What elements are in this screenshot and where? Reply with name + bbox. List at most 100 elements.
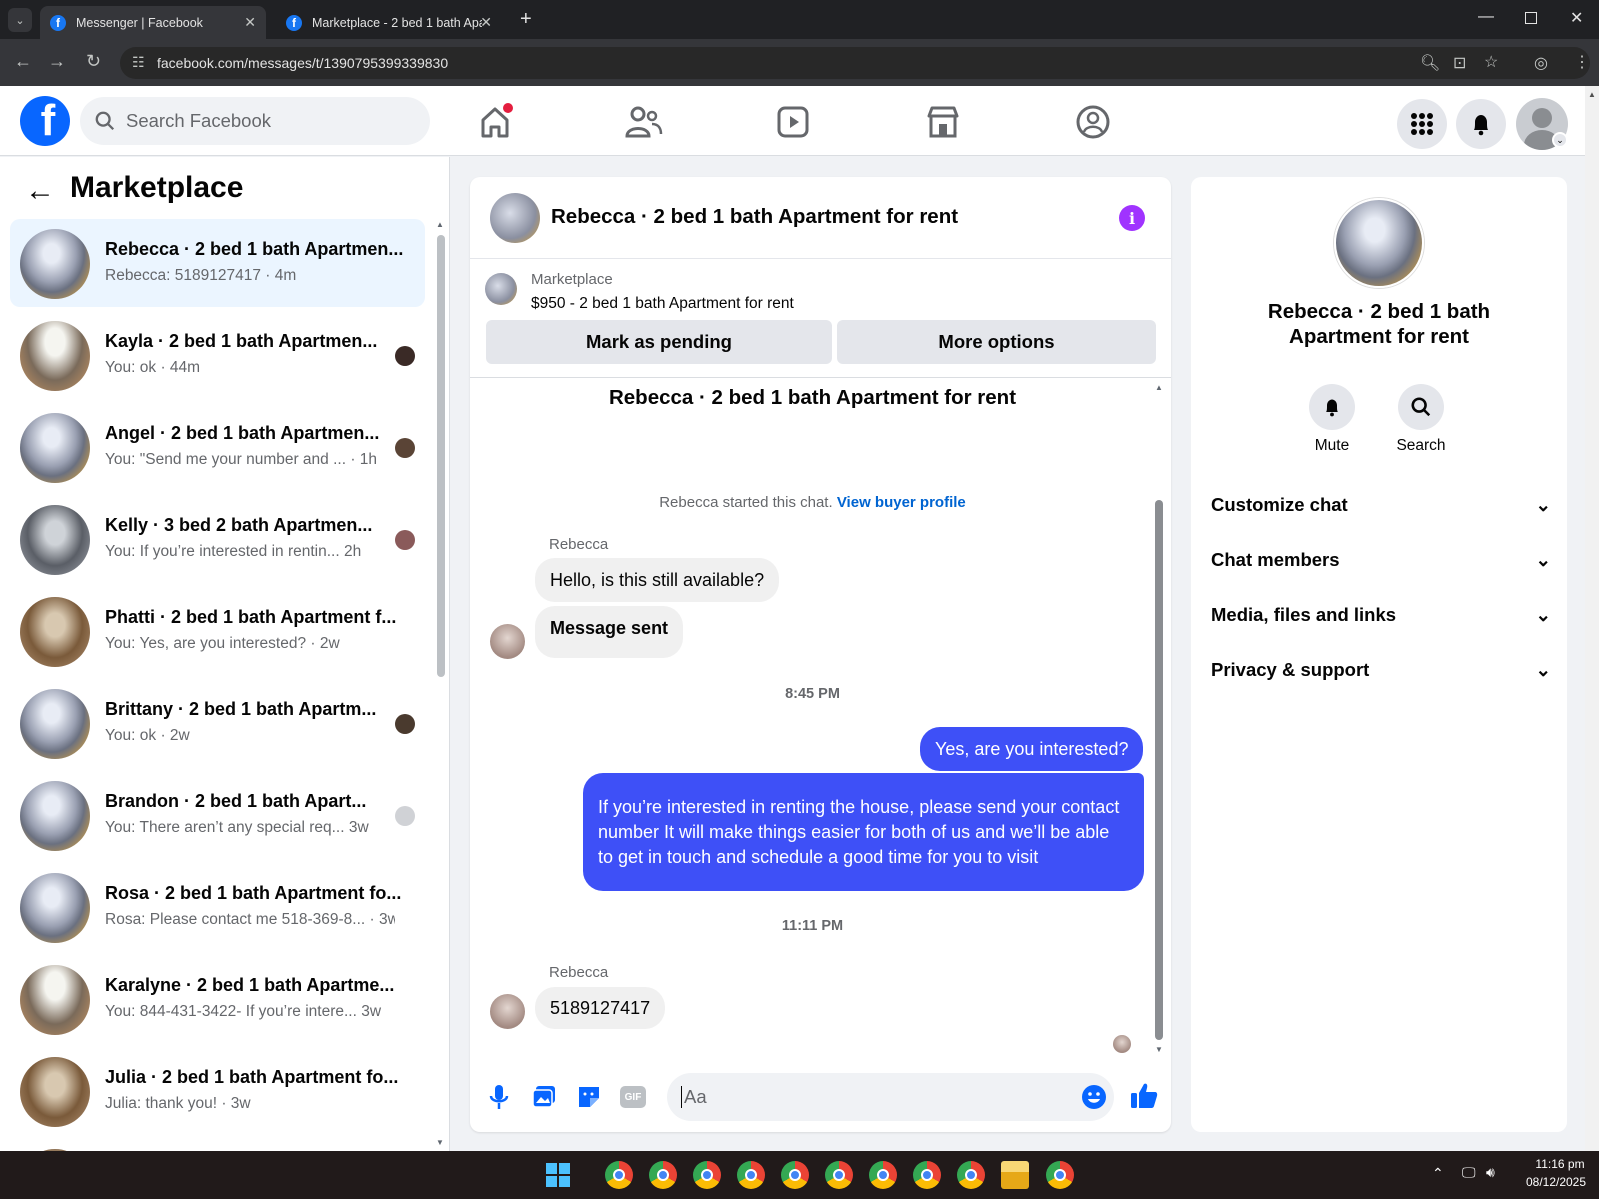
scroll-down-arrow-icon[interactable]: ▼ xyxy=(436,1138,444,1147)
network-icon[interactable]: 🖵︎ xyxy=(1462,1164,1476,1181)
conversation-item[interactable]: Brandon · 2 bed 1 bath Apart... You: Ther… xyxy=(10,771,425,859)
more-options-button[interactable]: More options xyxy=(837,320,1156,364)
incoming-message[interactable]: 5189127417 xyxy=(535,987,666,1029)
scroll-up-arrow-icon[interactable]: ▲ xyxy=(436,220,444,229)
home-icon[interactable] xyxy=(475,102,515,142)
scroll-down-arrow-icon[interactable]: ▼ xyxy=(1155,1045,1163,1054)
scroll-up-arrow-icon[interactable]: ▲ xyxy=(1588,90,1596,99)
marketplace-icon[interactable] xyxy=(923,102,963,142)
facebook-logo[interactable]: f xyxy=(20,96,70,146)
close-tab-icon[interactable]: ✕ xyxy=(480,14,492,31)
restore-window-icon[interactable] xyxy=(1525,12,1537,24)
site-info-icon[interactable]: ☷ xyxy=(132,54,145,71)
chat-title[interactable]: Rebecca · 2 bed 1 bath Apartment for ren… xyxy=(551,205,958,229)
conversation-avatar xyxy=(20,413,90,483)
mark-as-pending-button[interactable]: Mark as pending xyxy=(486,320,832,364)
chat-scrollbar[interactable] xyxy=(1155,500,1163,1040)
tab-title: Marketplace - 2 bed 1 bath Apa xyxy=(312,15,482,30)
outgoing-message[interactable]: Yes, are you interested? xyxy=(920,727,1144,771)
chevron-down-icon: ⌄ xyxy=(1535,604,1551,625)
chrome-taskbar-icon[interactable] xyxy=(737,1161,765,1189)
forward-icon[interactable]: → xyxy=(48,51,66,72)
sender-avatar[interactable] xyxy=(490,624,525,659)
chrome-taskbar-icon[interactable] xyxy=(605,1161,633,1189)
media-files-links-section[interactable]: Media, files and links ⌄ xyxy=(1211,604,1551,626)
volume-icon[interactable]: 🔊︎ xyxy=(1486,1164,1495,1181)
groups-icon[interactable] xyxy=(1073,102,1113,142)
menu-grid-button[interactable] xyxy=(1397,99,1447,149)
search-in-chat-button[interactable] xyxy=(1398,384,1444,430)
conversation-preview: You: ok · 2w xyxy=(105,727,190,744)
facebook-search-input[interactable]: Search Facebook xyxy=(80,97,430,145)
close-window-icon[interactable]: ✕ xyxy=(1570,8,1583,28)
close-tab-icon[interactable]: ✕ xyxy=(244,14,256,31)
tab-search-button[interactable]: ⌄ xyxy=(8,8,32,32)
sticker-icon[interactable] xyxy=(576,1084,602,1110)
customize-chat-section[interactable]: Customize chat ⌄ xyxy=(1211,494,1551,516)
clock-time[interactable]: 11:16 pm xyxy=(1525,1157,1595,1171)
list-scrollbar[interactable] xyxy=(437,235,445,677)
outgoing-message[interactable]: If you’re interested in renting the hous… xyxy=(583,773,1144,891)
conversation-item[interactable]: Julia · 2 bed 1 bath Apartment fo... Juli… xyxy=(10,1047,425,1135)
page-scrollbar[interactable] xyxy=(1585,86,1599,1151)
file-explorer-icon[interactable] xyxy=(1001,1161,1029,1189)
conversation-item[interactable]: Phatti · 2 bed 1 bath Apartment f... You:… xyxy=(10,587,425,675)
chat-members-section[interactable]: Chat members ⌄ xyxy=(1211,549,1551,571)
video-icon[interactable] xyxy=(773,102,813,142)
section-label: Media, files and links xyxy=(1211,604,1397,625)
clock-date[interactable]: 08/12/2025 xyxy=(1518,1175,1594,1189)
chrome-taskbar-icon[interactable] xyxy=(869,1161,897,1189)
chrome-taskbar-icon[interactable] xyxy=(825,1161,853,1189)
view-buyer-profile-link[interactable]: View buyer profile xyxy=(837,494,966,511)
chrome-menu-icon[interactable]: ⋮ xyxy=(1574,52,1590,72)
account-chevron-icon[interactable]: ⌄ xyxy=(1552,132,1568,148)
incoming-message[interactable]: Message sent xyxy=(535,606,684,658)
conversation-item[interactable]: Karalyne · 2 bed 1 bath Apartme... You: 8… xyxy=(10,955,425,1043)
emoji-icon[interactable] xyxy=(1080,1083,1108,1111)
conversation-item[interactable]: Rebecca · 2 bed 1 bath Apartmen... Rebecc… xyxy=(10,219,425,307)
listing-description[interactable]: $950 - 2 bed 1 bath Apartment for rent xyxy=(531,295,794,313)
composer-placeholder: Aa xyxy=(681,1086,707,1108)
chrome-taskbar-icon[interactable] xyxy=(957,1161,985,1189)
chrome-taskbar-icon[interactable] xyxy=(693,1161,721,1189)
new-tab-button[interactable]: + xyxy=(520,8,532,31)
thumbs-up-icon[interactable] xyxy=(1129,1081,1159,1111)
sender-avatar[interactable] xyxy=(490,994,525,1029)
zoom-icon[interactable]: 🔍︎ xyxy=(1420,53,1440,73)
tray-chevron-icon[interactable]: ⌃ xyxy=(1432,1165,1444,1182)
scroll-up-arrow-icon[interactable]: ▲ xyxy=(1155,383,1163,392)
message-input[interactable]: Aa xyxy=(667,1073,1114,1121)
mute-button[interactable] xyxy=(1309,384,1355,430)
reload-icon[interactable]: ↻ xyxy=(86,51,101,72)
profile-icon[interactable]: ◎ xyxy=(1534,53,1548,73)
info-icon[interactable]: i xyxy=(1119,205,1145,231)
install-app-icon[interactable]: ⊡ xyxy=(1453,53,1466,73)
tab-marketplace[interactable]: f Marketplace - 2 bed 1 bath Apa ✕ xyxy=(276,6,502,39)
gif-icon[interactable]: GIF xyxy=(620,1086,646,1108)
conversation-item[interactable]: Rosa · 2 bed 1 bath Apartment fo... Rosa:… xyxy=(10,863,425,951)
chrome-taskbar-icon[interactable] xyxy=(649,1161,677,1189)
chrome-taskbar-icon[interactable] xyxy=(913,1161,941,1189)
chrome-taskbar-icon[interactable] xyxy=(1046,1161,1074,1189)
info-avatar[interactable] xyxy=(1334,198,1424,288)
windows-start-icon[interactable] xyxy=(546,1163,570,1187)
incoming-message[interactable]: Hello, is this still available? xyxy=(535,558,780,602)
back-arrow-icon[interactable]: ← xyxy=(25,174,55,208)
listing-thumbnail[interactable] xyxy=(485,273,517,305)
notifications-button[interactable] xyxy=(1456,99,1506,149)
conversation-item[interactable]: Angel · 2 bed 1 bath Apartmen... You: "Se… xyxy=(10,403,425,491)
privacy-support-section[interactable]: Privacy & support ⌄ xyxy=(1211,659,1551,681)
minimize-window-icon[interactable]: — xyxy=(1478,8,1494,26)
address-bar[interactable]: ☷ facebook.com/messages/t/13907953993398… xyxy=(120,47,1590,79)
conversation-item[interactable]: Kayla · 2 bed 1 bath Apartmen... You: ok … xyxy=(10,311,425,399)
chat-header-avatar[interactable] xyxy=(490,193,540,243)
bookmark-star-icon[interactable]: ☆ xyxy=(1484,52,1498,72)
microphone-icon[interactable] xyxy=(488,1083,510,1111)
photo-icon[interactable] xyxy=(531,1084,557,1110)
chrome-taskbar-icon[interactable] xyxy=(781,1161,809,1189)
conversation-item[interactable]: Kelly · 3 bed 2 bath Apartmen... You: If … xyxy=(10,495,425,583)
conversation-item[interactable]: Brittany · 2 bed 1 bath Apartm... You: ok… xyxy=(10,679,425,767)
back-icon[interactable]: ← xyxy=(14,51,32,72)
friends-icon[interactable] xyxy=(623,102,663,142)
tab-messenger[interactable]: f Messenger | Facebook ✕ xyxy=(40,6,266,39)
